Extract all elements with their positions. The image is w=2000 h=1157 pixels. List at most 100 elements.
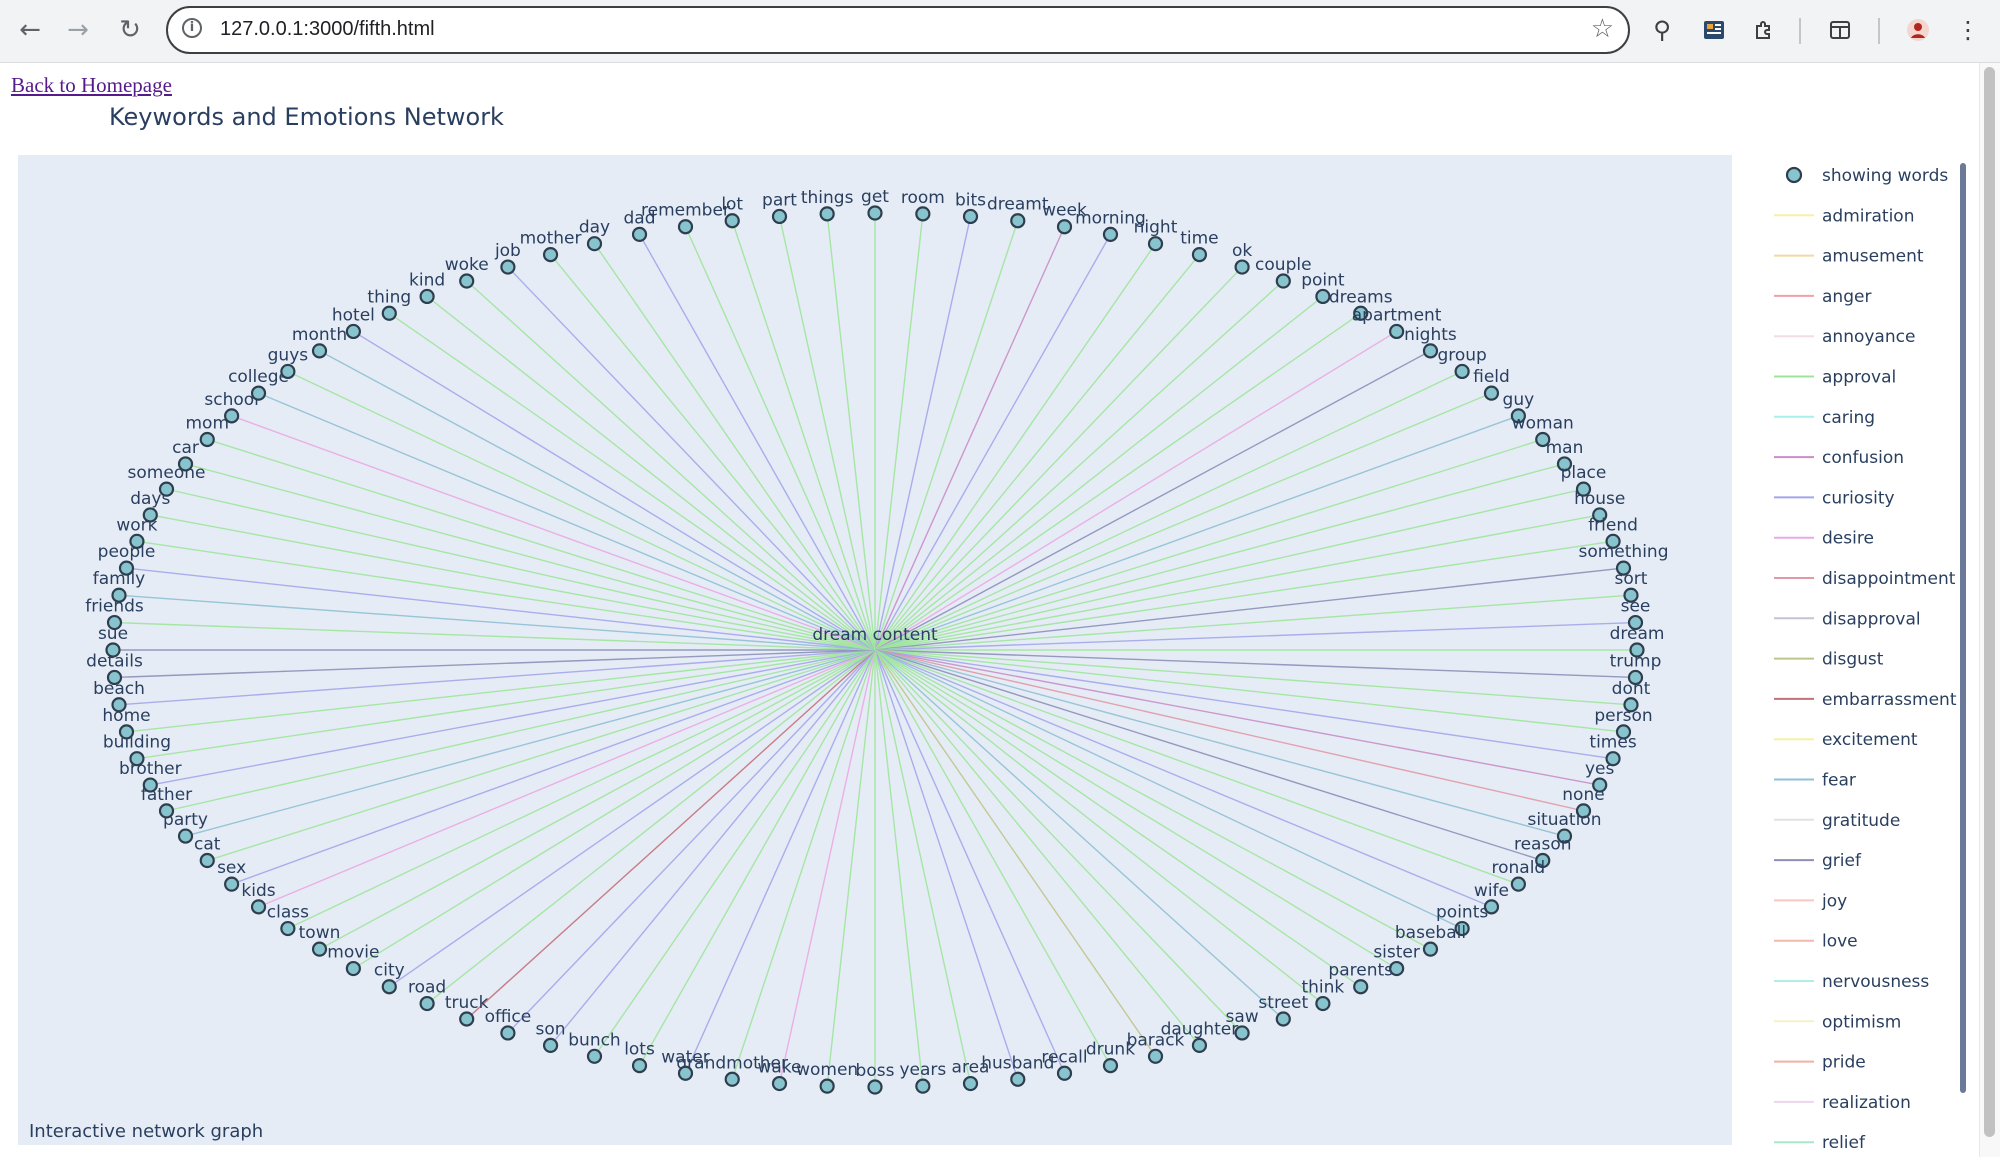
node-marker[interactable]	[280, 363, 296, 380]
node-marker[interactable]	[586, 1048, 603, 1064]
node-marker[interactable]	[106, 669, 123, 686]
legend-item-realization[interactable]: realization	[1774, 1093, 1911, 1113]
legend-item-fear[interactable]: fear	[1774, 771, 1856, 791]
node-marker[interactable]	[345, 323, 361, 340]
node-marker[interactable]	[199, 431, 215, 448]
center-node[interactable]: dream content	[812, 625, 938, 645]
node-marker[interactable]	[224, 408, 240, 424]
node-marker[interactable]	[106, 614, 123, 631]
node-marker[interactable]	[199, 852, 215, 869]
node-marker[interactable]	[962, 208, 979, 225]
node-marker[interactable]	[111, 697, 127, 713]
legend-item-anger[interactable]: anger	[1774, 287, 1871, 307]
node-marker[interactable]	[962, 1075, 979, 1092]
legend-item-disapproval[interactable]: disapproval	[1774, 609, 1921, 629]
extension-app-icon[interactable]	[1696, 12, 1732, 48]
node-marker[interactable]	[1147, 1048, 1164, 1064]
legend-item-annoyance[interactable]: annoyance	[1774, 327, 1915, 347]
node-marker[interactable]	[915, 206, 931, 222]
node-marker[interactable]	[280, 920, 296, 937]
node-marker[interactable]	[158, 481, 175, 497]
node-marker[interactable]	[771, 1075, 788, 1092]
legend-item-confusion[interactable]: confusion	[1774, 448, 1904, 468]
extensions-puzzle-icon[interactable]	[1746, 12, 1782, 48]
url-text[interactable]: 127.0.0.1:3000/fifth.html	[220, 18, 435, 41]
legend-item-desire[interactable]: desire	[1774, 529, 1874, 549]
node-marker[interactable]	[381, 979, 397, 995]
node-marker[interactable]	[381, 305, 397, 321]
node-marker[interactable]	[771, 208, 788, 225]
node-marker[interactable]	[1056, 1065, 1073, 1081]
node-marker[interactable]	[311, 343, 328, 359]
legend[interactable]: showing words admiration amusement anger ann…	[1774, 163, 1966, 1153]
node-marker[interactable]	[105, 642, 121, 658]
node-marker[interactable]	[129, 533, 145, 549]
bookmark-star-icon[interactable]: ☆	[1591, 14, 1614, 44]
node-marker[interactable]	[724, 213, 740, 229]
legend-item-admiration[interactable]: admiration	[1774, 206, 1914, 226]
node-marker[interactable]	[1510, 876, 1526, 892]
node-marker[interactable]	[177, 456, 194, 472]
node-marker[interactable]	[586, 236, 603, 252]
more-menu-icon[interactable]: ⋮	[1950, 12, 1986, 48]
node-marker[interactable]	[819, 1078, 835, 1094]
node-marker[interactable]	[459, 1011, 475, 1027]
node-marker[interactable]	[819, 206, 835, 222]
legend-item-embarrassment[interactable]: embarrassment	[1774, 690, 1957, 710]
profile-avatar-icon[interactable]	[1900, 12, 1936, 48]
legend-item-grief[interactable]: grief	[1774, 851, 1862, 871]
legend-item-optimism[interactable]: optimism	[1774, 1012, 1901, 1032]
node-marker[interactable]	[1315, 288, 1331, 305]
node-marker[interactable]	[118, 560, 135, 576]
node-marker[interactable]	[1422, 941, 1439, 957]
node-marker[interactable]	[500, 259, 516, 275]
forward-arrow-icon[interactable]: →	[58, 10, 98, 50]
node-marker[interactable]	[867, 1079, 883, 1095]
node-marker[interactable]	[158, 803, 175, 819]
node-marker[interactable]	[1483, 385, 1500, 401]
node-marker[interactable]	[677, 1065, 694, 1081]
word-node[interactable]: ok	[1232, 241, 1252, 275]
node-marker[interactable]	[1454, 363, 1470, 380]
legend-item-love[interactable]: love	[1774, 932, 1858, 952]
node-marker[interactable]	[724, 1071, 740, 1087]
node-marker[interactable]	[1191, 1037, 1208, 1054]
node-marker[interactable]	[631, 226, 648, 242]
network-graph[interactable]: dream content get room bits dreamtweekmorni…	[0, 63, 1980, 1157]
node-marker[interactable]	[250, 385, 267, 401]
reload-icon[interactable]: ↻	[110, 10, 150, 50]
node-marker[interactable]	[1353, 979, 1369, 995]
node-marker[interactable]	[177, 828, 194, 844]
node-marker[interactable]	[1422, 343, 1439, 359]
node-marker[interactable]	[500, 1025, 516, 1041]
node-marker[interactable]	[459, 273, 475, 289]
node-marker[interactable]	[1275, 273, 1291, 289]
legend-item-curiosity[interactable]: curiosity	[1774, 488, 1895, 508]
node-marker[interactable]	[345, 960, 361, 977]
node-marker[interactable]	[867, 205, 883, 221]
node-marker[interactable]	[542, 246, 559, 263]
legend-item-caring[interactable]: caring	[1774, 408, 1875, 428]
node-marker[interactable]	[631, 1058, 648, 1074]
node-marker[interactable]	[250, 899, 267, 915]
node-marker[interactable]	[111, 587, 127, 603]
node-marker[interactable]	[1315, 995, 1331, 1012]
legend-item-excitement[interactable]: excitement	[1774, 730, 1918, 750]
node-marker[interactable]	[1389, 323, 1405, 340]
legend-item-amusement[interactable]: amusement	[1774, 247, 1924, 267]
address-bar[interactable]: i 127.0.0.1:3000/fifth.html ☆	[166, 6, 1630, 54]
node-marker[interactable]	[1010, 1071, 1026, 1087]
node-marker[interactable]	[419, 288, 435, 305]
scrollbar-thumb[interactable]	[1984, 67, 1995, 1137]
node-marker[interactable]	[1234, 259, 1250, 275]
node-marker[interactable]	[142, 777, 158, 793]
node-marker[interactable]	[1102, 226, 1119, 242]
node-marker[interactable]	[1147, 236, 1164, 252]
legend-item-pride[interactable]: pride	[1774, 1053, 1866, 1073]
node-marker[interactable]	[1191, 246, 1208, 263]
node-marker[interactable]	[1056, 219, 1073, 235]
node-marker[interactable]	[915, 1078, 931, 1094]
lens-search-icon[interactable]: ⚲	[1644, 12, 1680, 48]
legend-item-showing-words[interactable]: showing words	[1785, 166, 1948, 186]
back-arrow-icon[interactable]: ←	[10, 10, 50, 50]
